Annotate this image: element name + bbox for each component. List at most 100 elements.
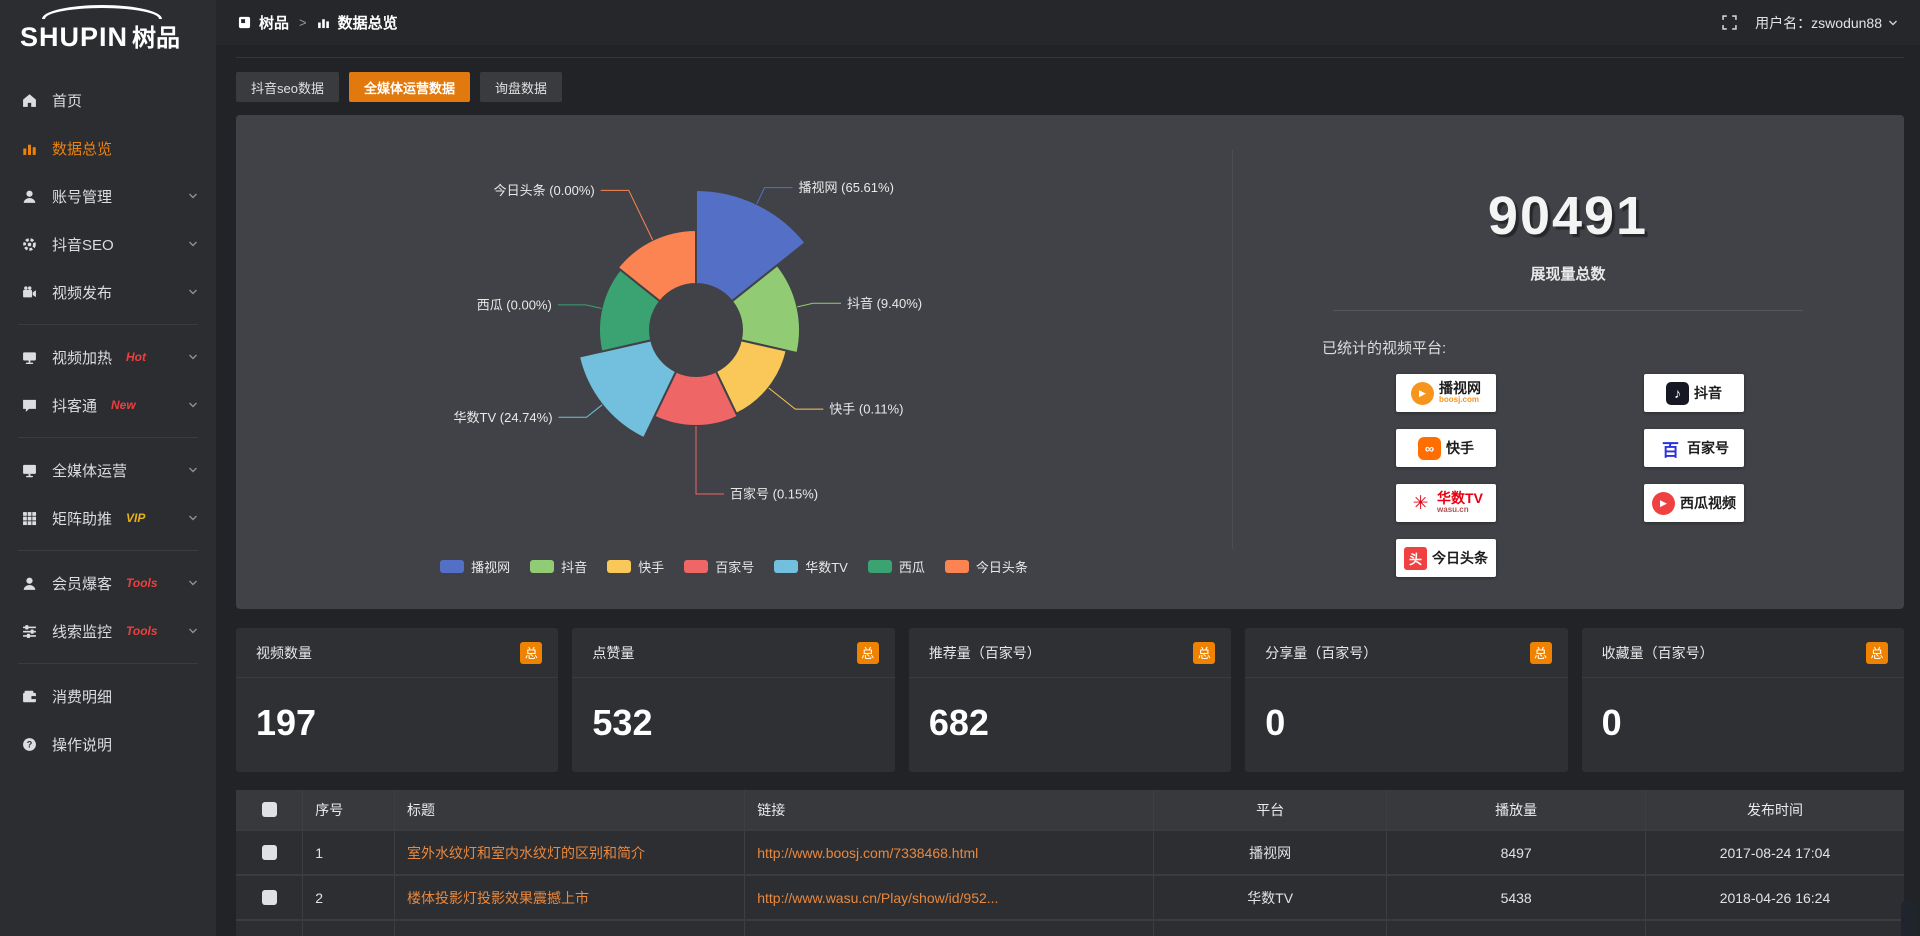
platform-toutiao: 头 今日头条 [1396,539,1496,577]
card-favorites: 收藏量（百家号）总 0 [1582,628,1904,772]
sidebar-item-lead-monitoring[interactable]: 线索监控 Tools [0,607,216,655]
card-shares: 分享量（百家号）总 0 [1245,628,1567,772]
legend-item-华数TV[interactable]: 华数TV [774,557,848,576]
legend-swatch [945,560,969,573]
row-checkbox[interactable] [262,890,277,905]
sliders-icon [22,623,38,639]
chart-legend: 播视网 抖音 快手 百家号 华数TV 西瓜 今日头条 [236,557,1232,576]
sidebar-item-label: 消费明细 [52,686,112,707]
sidebar-item-douyin-seo[interactable]: 抖音SEO [0,220,216,268]
table-row: 1 室外水纹灯和室内水纹灯的区别和简介 http://www.boosj.com… [236,830,1904,875]
card-value: 682 [909,678,1231,744]
sidebar-item-instructions[interactable]: ? 操作说明 [0,720,216,768]
sidebar-item-label: 矩阵助推 [52,508,112,529]
cell-plays: 5438 [1387,875,1646,920]
table-row-partial [236,920,1904,936]
tab-inquiry-data[interactable]: 询盘数据 [480,72,562,102]
new-badge: New [111,398,136,412]
platform-xigua: ▶ 西瓜视频 [1644,484,1744,522]
total-badge: 总 [1193,642,1215,664]
sidebar-item-video-heating[interactable]: 视频加热 Hot [0,333,216,381]
sidebar-item-omnimedia-operation[interactable]: 全媒体运营 [0,446,216,494]
fullscreen-icon[interactable] [1722,15,1737,30]
legend-item-播视网[interactable]: 播视网 [440,557,510,576]
pie-label: 百家号 (0.15%) [730,487,818,502]
sidebar-item-doucktong[interactable]: 抖客通 New [0,381,216,429]
vip-badge: VIP [126,511,145,525]
panel-divider [1232,150,1233,549]
scrollbar[interactable] [1901,899,1917,936]
monitor-icon [22,462,38,478]
platform-baijiahao: 百 百家号 [1644,429,1744,467]
video-title-link[interactable]: 楼体投影灯投影效果震撼上市 [407,890,589,906]
app-logo[interactable]: SHUPIN树品 [0,0,216,62]
video-url-link[interactable]: http://www.wasu.cn/Play/show/id/952... [757,890,998,906]
sidebar-item-label: 数据总览 [52,138,112,159]
tab-douyin-seo-data[interactable]: 抖音seo数据 [236,72,339,102]
sidebar-item-label: 首页 [52,90,82,111]
chevron-down-icon [188,465,198,475]
card-recommendations: 推荐量（百家号）总 682 [909,628,1231,772]
chevron-down-icon [188,400,198,410]
label-line [769,388,824,409]
toutiao-logo-icon: 头 [1404,547,1427,570]
user-icon [22,188,38,204]
sidebar-item-spending-details[interactable]: 消费明细 [0,672,216,720]
grid-icon [22,510,38,526]
breadcrumb-home[interactable]: 树品 [259,12,289,33]
header-publish-time: 发布时间 [1645,790,1904,830]
legend-swatch [774,560,798,573]
rose-chart-svg[interactable]: 播视网 (65.61%)抖音 (9.40%)快手 (0.11%)百家号 (0.1… [236,115,1232,555]
rose-chart[interactable]: 播视网 (65.61%)抖音 (9.40%)快手 (0.11%)百家号 (0.1… [236,115,1232,609]
username-menu[interactable]: 用户名：zswodun88 [1755,13,1898,33]
hot-badge: Hot [126,350,146,364]
legend-item-百家号[interactable]: 百家号 [684,557,754,576]
baijiahao-logo-icon: 百 [1659,437,1682,460]
video-title-link[interactable]: 室外水纹灯和室内水纹灯的区别和简介 [407,845,645,861]
tab-omnimedia-data[interactable]: 全媒体运营数据 [349,72,470,102]
legend-item-快手[interactable]: 快手 [607,557,664,576]
cell-platform: 华数TV [1153,875,1387,920]
sidebar-item-data-overview[interactable]: 数据总览 [0,124,216,172]
legend-label: 今日头条 [976,557,1028,576]
label-line [601,190,653,240]
cell-plays: 8497 [1387,830,1646,875]
legend-item-西瓜[interactable]: 西瓜 [868,557,925,576]
username-label: 用户名：zswodun88 [1755,13,1882,33]
douyin-logo-icon: ♪ [1666,382,1689,405]
breadcrumb-current: 数据总览 [338,12,398,33]
tools-badge: Tools [126,576,158,590]
legend-label: 播视网 [471,557,510,576]
legend-swatch [530,560,554,573]
select-all-checkbox[interactable] [262,802,277,817]
pie-label: 播视网 (65.61%) [799,180,894,195]
sidebar-item-label: 全媒体运营 [52,460,127,481]
sidebar-item-member-growth[interactable]: 会员爆客 Tools [0,559,216,607]
table-header-row: 序号 标题 链接 平台 播放量 发布时间 [236,790,1904,830]
header-plays: 播放量 [1387,790,1646,830]
boosj-logo-icon: ▶ [1411,382,1434,405]
card-video-count: 视频数量总 197 [236,628,558,772]
chart-panel: 播视网 (65.61%)抖音 (9.40%)快手 (0.11%)百家号 (0.1… [236,115,1904,609]
pie-label: 西瓜 (0.00%) [477,297,552,312]
sidebar-item-label: 操作说明 [52,734,112,755]
pie-slice-华数TV[interactable] [579,340,676,438]
sidebar-item-label: 视频发布 [52,282,112,303]
sidebar-item-home[interactable]: 首页 [0,76,216,124]
legend-item-抖音[interactable]: 抖音 [530,557,587,576]
label-line [757,188,793,204]
chevron-down-icon [188,352,198,362]
sidebar-item-label: 账号管理 [52,186,112,207]
home-icon [22,92,38,108]
total-badge: 总 [520,642,542,664]
legend-item-今日头条[interactable]: 今日头条 [945,557,1028,576]
sidebar-item-video-publish[interactable]: 视频发布 [0,268,216,316]
help-icon: ? [22,736,38,752]
chevron-down-icon [188,287,198,297]
sidebar-item-matrix-boost[interactable]: 矩阵助推 VIP [0,494,216,542]
platform-douyin: ♪ 抖音 [1644,374,1744,412]
row-checkbox[interactable] [262,845,277,860]
cell-no: 2 [303,875,395,920]
video-url-link[interactable]: http://www.boosj.com/7338468.html [757,845,978,861]
sidebar-item-account-management[interactable]: 账号管理 [0,172,216,220]
